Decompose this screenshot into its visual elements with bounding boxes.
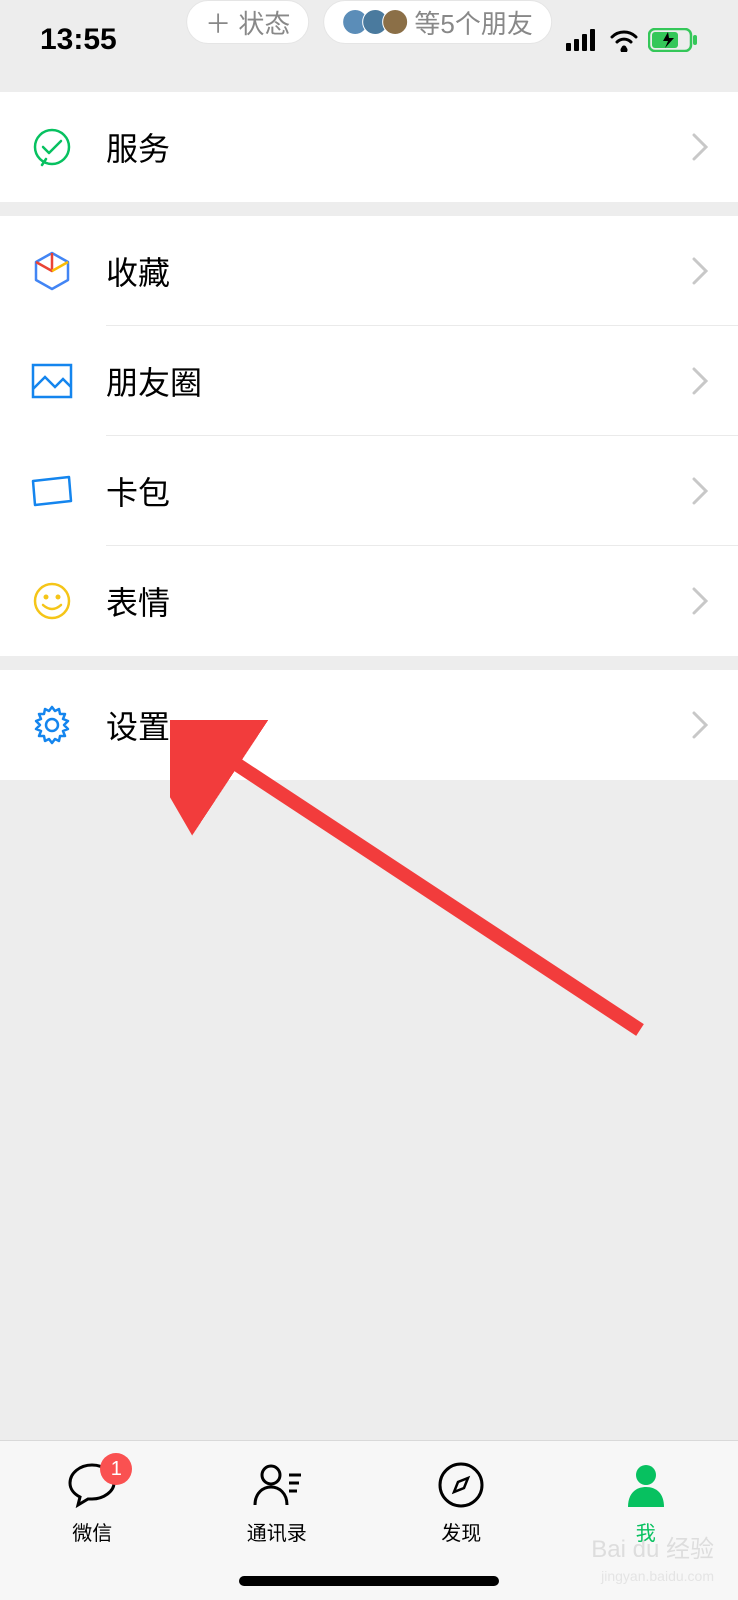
section-group: 收藏 朋友圈 卡包 bbox=[0, 216, 738, 656]
status-pill[interactable]: ＋ 状态 bbox=[186, 0, 309, 44]
favorites-icon bbox=[30, 249, 74, 293]
status-pill-label: ＋ 状态 bbox=[205, 4, 290, 41]
row-settings[interactable]: 设置 bbox=[0, 670, 738, 780]
watermark-sub: jingyan.baidu.com bbox=[601, 1568, 714, 1584]
friends-avatars bbox=[342, 9, 408, 35]
row-label-services: 服务 bbox=[106, 124, 692, 170]
row-label-moments: 朋友圈 bbox=[106, 358, 692, 404]
wifi-icon bbox=[608, 28, 640, 52]
tab-chat[interactable]: 1 微信 bbox=[0, 1459, 185, 1546]
section-settings: 设置 bbox=[0, 670, 738, 780]
chevron-icon bbox=[692, 477, 708, 505]
me-icon bbox=[620, 1459, 672, 1511]
friends-pill-label: 等5个朋友 bbox=[414, 4, 532, 41]
stickers-icon bbox=[30, 579, 74, 623]
tab-discover[interactable]: 发现 bbox=[369, 1459, 554, 1546]
chevron-icon bbox=[692, 367, 708, 395]
row-label-settings: 设置 bbox=[106, 702, 692, 748]
row-services[interactable]: 服务 bbox=[0, 92, 738, 202]
row-favorites[interactable]: 收藏 bbox=[0, 216, 738, 326]
chevron-icon bbox=[692, 133, 708, 161]
row-cards[interactable]: 卡包 bbox=[0, 436, 738, 546]
discover-icon bbox=[435, 1459, 487, 1511]
battery-icon bbox=[648, 28, 698, 52]
status-time: 13:55 bbox=[40, 23, 117, 57]
chat-badge: 1 bbox=[100, 1453, 132, 1485]
chevron-icon bbox=[692, 587, 708, 615]
signal-icon bbox=[566, 29, 600, 51]
settings-icon bbox=[30, 703, 74, 747]
contacts-icon bbox=[251, 1459, 303, 1511]
row-label-cards: 卡包 bbox=[106, 468, 692, 514]
cards-icon bbox=[30, 469, 74, 513]
chevron-icon bbox=[692, 711, 708, 739]
home-indicator[interactable] bbox=[239, 1576, 499, 1586]
section-services: 服务 bbox=[0, 92, 738, 202]
services-icon bbox=[30, 125, 74, 169]
tab-contacts[interactable]: 通讯录 bbox=[185, 1459, 370, 1546]
tab-label-contacts: 通讯录 bbox=[247, 1517, 307, 1546]
row-moments[interactable]: 朋友圈 bbox=[0, 326, 738, 436]
friends-pill[interactable]: 等5个朋友 bbox=[323, 0, 551, 44]
tab-label-discover: 发现 bbox=[441, 1517, 481, 1546]
moments-icon bbox=[30, 359, 74, 403]
header-pills: ＋ 状态 等5个朋友 bbox=[186, 0, 552, 44]
status-icons bbox=[566, 28, 698, 52]
tab-label-chat: 微信 bbox=[72, 1517, 112, 1546]
row-stickers[interactable]: 表情 bbox=[0, 546, 738, 656]
chevron-icon bbox=[692, 257, 708, 285]
row-label-favorites: 收藏 bbox=[106, 248, 692, 294]
row-label-stickers: 表情 bbox=[106, 578, 692, 624]
watermark: Bai du 经验 bbox=[591, 1529, 714, 1564]
menu-content: 服务 收藏 朋友圈 bbox=[0, 92, 738, 794]
status-bar: 13:55 ＋ 状态 等5个朋友 bbox=[0, 0, 738, 80]
